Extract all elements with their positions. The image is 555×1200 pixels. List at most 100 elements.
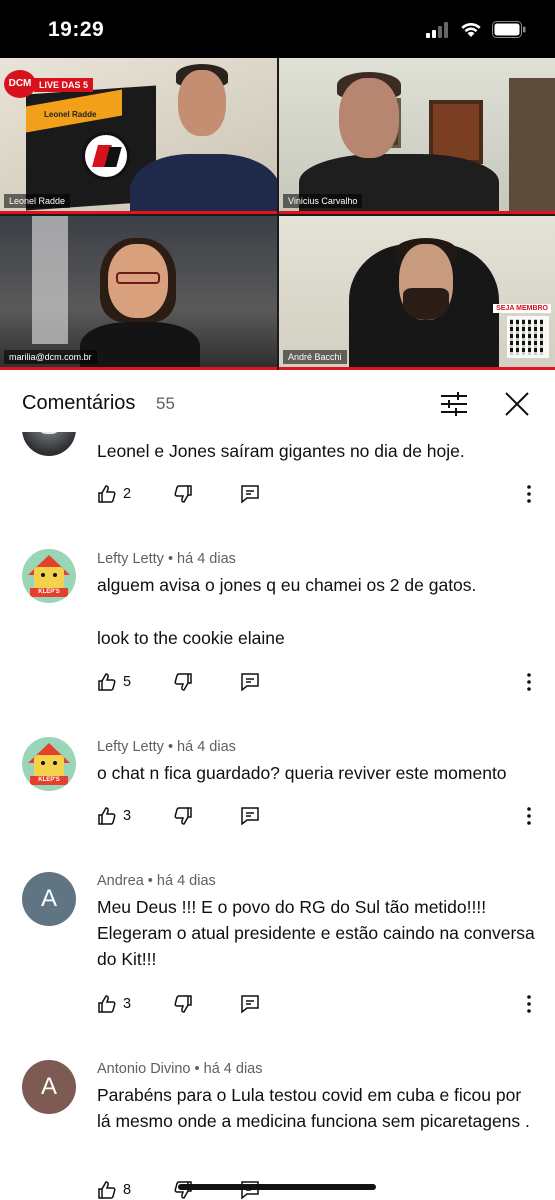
dislike-icon[interactable] — [173, 1180, 193, 1200]
person-body — [130, 154, 277, 214]
dislike-icon[interactable] — [173, 806, 193, 826]
glasses — [116, 272, 160, 284]
battery-icon — [492, 21, 526, 38]
avatar-tag: KLEP'S — [30, 588, 68, 597]
comments-title: Comentários — [22, 392, 136, 414]
dcm-logo: DCM — [4, 70, 36, 98]
dislike-icon[interactable] — [173, 484, 193, 504]
shelf — [509, 78, 555, 214]
more-options-icon[interactable] — [525, 672, 533, 692]
avatar[interactable]: KLEP'S — [22, 737, 76, 791]
avatar[interactable]: A — [22, 872, 76, 926]
avatar[interactable]: A — [22, 1060, 76, 1114]
like-count: 8 — [123, 1182, 132, 1198]
reply-icon[interactable] — [240, 994, 260, 1014]
comment-actions: 2 — [97, 484, 547, 508]
dislike-icon[interactable] — [173, 994, 193, 1014]
avatar[interactable] — [22, 432, 76, 456]
accent-line — [0, 367, 277, 370]
comment-time: há 4 dias — [203, 1061, 263, 1077]
participant-name: Vinicius Carvalho — [283, 194, 363, 208]
comment-time: há 4 dias — [177, 739, 236, 755]
like-icon[interactable] — [97, 672, 117, 692]
reply-icon[interactable] — [240, 672, 260, 692]
like-count: 3 — [123, 808, 132, 824]
umbrella — [32, 216, 68, 344]
participant-name: André Bacchi — [283, 350, 347, 364]
member-badge: SEJA MEMBRO — [493, 304, 551, 313]
like-icon[interactable] — [97, 806, 117, 826]
more-options-icon[interactable] — [525, 806, 533, 826]
comment-meta: Lefty Letty • há 4 dias — [97, 739, 236, 755]
comment-actions: 3 — [97, 994, 547, 1018]
comments-list[interactable]: Leonel e Jones saíram gigantes no dia de… — [0, 432, 555, 1200]
like-count: 5 — [123, 674, 132, 690]
avatar[interactable]: KLEP'S — [22, 549, 76, 603]
video-tile-andre: SEJA MEMBRO André Bacchi — [279, 216, 555, 370]
participant-name: Leonel Radde — [4, 194, 71, 208]
more-options-icon[interactable] — [525, 994, 533, 1014]
video-player[interactable]: Leonel Radde DCM LIVE DAS 5 Leonel Radde… — [0, 58, 555, 370]
avatar-tag: KLEP'S — [30, 776, 68, 785]
comment-text: alguem avisa o jones q eu chamei os 2 de… — [97, 575, 477, 595]
comment-text: look to the cookie elaine — [97, 628, 285, 648]
like-icon[interactable] — [97, 994, 117, 1014]
video-tile-vinicius: Vinicius Carvalho — [279, 58, 555, 214]
separator: • — [167, 551, 174, 567]
comment-actions: 8 — [97, 1180, 547, 1200]
video-tile-leonel: Leonel Radde DCM LIVE DAS 5 Leonel Radde — [0, 58, 277, 214]
comment-time: há 4 dias — [156, 873, 216, 889]
reply-icon[interactable] — [240, 484, 260, 504]
poster-text: Leonel Radde — [44, 110, 97, 119]
accent-line — [0, 211, 277, 214]
separator: • — [194, 1061, 200, 1077]
comment-time: há 4 dias — [177, 551, 236, 567]
reply-icon[interactable] — [240, 806, 260, 826]
comment-meta: Antonio Divino • há 4 dias — [97, 1061, 263, 1077]
comment-text: Meu Deus !!! E o povo do RG do Sul tão m… — [97, 897, 535, 969]
person-beard — [403, 288, 449, 320]
comment-actions: 3 — [97, 806, 547, 830]
like-icon[interactable] — [97, 1180, 117, 1200]
participant-name: marilia@dcm.com.br — [4, 350, 97, 364]
home-indicator[interactable] — [178, 1184, 376, 1190]
status-time: 19:29 — [48, 18, 105, 41]
avatar-letter: A — [40, 1073, 57, 1100]
house-face-icon — [34, 755, 64, 777]
separator: • — [147, 873, 153, 889]
comment-author[interactable]: Antonio Divino — [97, 1061, 191, 1077]
status-bar: 19:29 — [0, 0, 555, 58]
comments-header: Comentários 55 — [0, 372, 555, 432]
like-count: 2 — [123, 486, 132, 502]
dislike-icon[interactable] — [173, 672, 193, 692]
house-face-icon — [34, 567, 64, 589]
comment-meta: Lefty Letty • há 4 dias — [97, 551, 236, 567]
comment-text: o chat n fica guardado? queria reviver e… — [97, 763, 507, 783]
like-count: 3 — [123, 996, 132, 1012]
video-tile-marilia: marilia@dcm.com.br — [0, 216, 277, 370]
separator: • — [167, 739, 174, 755]
comment-author[interactable]: Lefty Letty — [97, 551, 164, 567]
comments-count: 55 — [156, 394, 175, 413]
person-head — [339, 78, 399, 158]
comment-author[interactable]: Andrea — [97, 873, 144, 889]
like-icon[interactable] — [97, 484, 117, 504]
cellular-signal-icon — [426, 22, 448, 38]
accent-line — [279, 211, 555, 214]
comment-text: Leonel e Jones saíram gigantes no dia de… — [97, 441, 465, 461]
close-icon[interactable] — [503, 390, 531, 418]
wifi-icon — [461, 22, 481, 37]
accent-line — [279, 367, 555, 370]
qr-code-icon — [507, 316, 549, 358]
sort-filter-icon[interactable] — [440, 391, 468, 417]
reply-icon[interactable] — [240, 1180, 260, 1200]
antifa-flag-icon — [82, 132, 130, 180]
live-label: LIVE DAS 5 — [34, 78, 94, 92]
comment-author[interactable]: Lefty Letty — [97, 739, 164, 755]
comment-text: Parabéns para o Lula testou covid em cub… — [97, 1085, 530, 1131]
person-head — [178, 70, 226, 136]
comment-actions: 5 — [97, 672, 547, 696]
person-body — [80, 322, 200, 370]
more-options-icon[interactable] — [525, 484, 533, 504]
avatar-letter: A — [40, 885, 57, 912]
